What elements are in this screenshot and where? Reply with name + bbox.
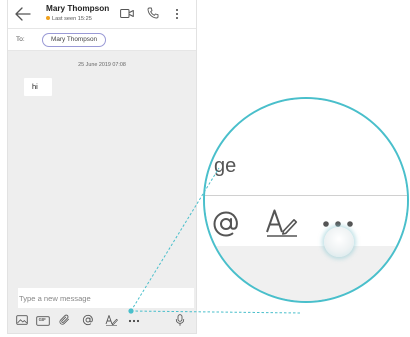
contact-name[interactable]: Mary Thompson — [46, 4, 109, 13]
attach-icon[interactable] — [59, 314, 71, 326]
magnified-bottom-area — [205, 246, 407, 301]
magnified-header-area — [205, 99, 407, 131]
to-label: To: — [16, 36, 25, 43]
microphone-icon[interactable] — [175, 314, 185, 326]
phone-icon[interactable] — [147, 7, 159, 19]
date-separator: 25 June 2019 07:08 — [78, 62, 126, 68]
arrow-left-icon[interactable] — [14, 6, 32, 22]
magnifier-callout: ge — [203, 97, 409, 303]
more-options-icon[interactable] — [128, 314, 140, 326]
magnified-placeholder-fragment: ge — [214, 155, 237, 177]
gif-label: GIF — [38, 317, 46, 323]
last-seen-text: Last seen 15:25 — [52, 15, 92, 22]
recipient-chip[interactable]: Mary Thompson — [42, 33, 107, 47]
gif-button[interactable]: GIF — [36, 314, 50, 326]
more-vertical-icon[interactable] — [175, 8, 179, 20]
phone-screen: Mary Thompson Last seen 15:25 To: Mary T… — [8, 0, 196, 333]
presence-status: Last seen 15:25 — [46, 16, 92, 22]
message-bubble[interactable]: hi — [24, 78, 52, 96]
touch-indicator — [324, 227, 354, 257]
chat-header: Mary Thompson Last seen 15:25 — [8, 0, 196, 29]
format-icon — [266, 209, 298, 237]
video-camera-icon[interactable] — [120, 8, 134, 19]
mention-icon — [213, 211, 238, 237]
mention-icon[interactable] — [82, 314, 94, 326]
status-dot — [46, 16, 50, 21]
format-icon[interactable] — [105, 314, 118, 326]
image-icon[interactable] — [16, 314, 28, 326]
recipient-bar: To: Mary Thompson — [8, 29, 196, 51]
message-placeholder: Type a new message — [19, 294, 91, 303]
